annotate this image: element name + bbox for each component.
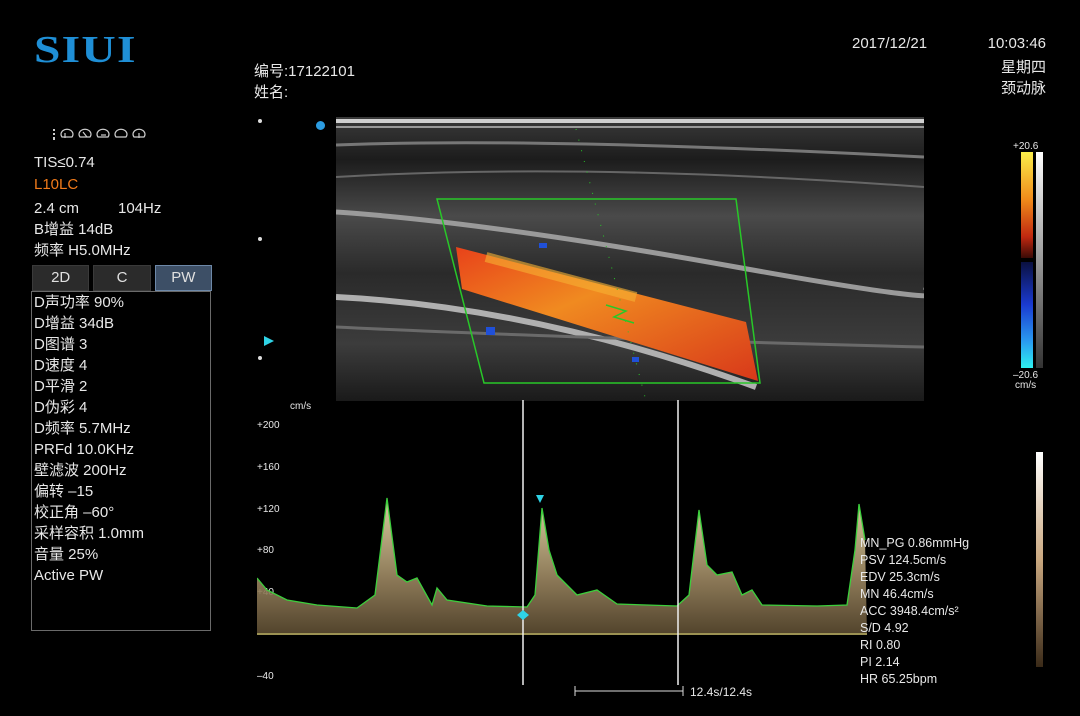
meas-edv: EDV 25.3cm/s: [860, 570, 940, 584]
signal-bars-icon: [53, 129, 55, 140]
param-active-pw[interactable]: Active PW: [34, 565, 144, 586]
probe-icon: [78, 128, 92, 138]
param-speed[interactable]: D速度 4: [34, 355, 144, 376]
depth-marker: [258, 237, 262, 241]
tab-c[interactable]: C: [93, 265, 151, 291]
patient-id: 编号:17122101: [254, 63, 355, 80]
probe-icon: [114, 128, 128, 138]
exam-type: 颈动脉: [1000, 80, 1046, 97]
time-scale-label: 12.4s/12.4s: [690, 685, 753, 699]
focus-marker-icon[interactable]: [263, 335, 275, 347]
probe-name: L10LC: [34, 176, 79, 193]
patient-name-label: 姓名:: [254, 84, 289, 101]
color-scale-unit: cm/s: [1015, 380, 1037, 391]
depth-value: 2.4 cm: [34, 200, 80, 217]
meas-hr: HR 65.25bpm: [860, 672, 938, 686]
color-scale-top: +20.6: [1013, 141, 1039, 152]
param-volume[interactable]: 音量 25%: [34, 544, 144, 565]
frequency: 频率 H5.0MHz: [34, 242, 131, 259]
tab-2d[interactable]: 2D: [32, 265, 90, 291]
time-scale-bar: [574, 686, 684, 696]
focus-orientation-dot: [316, 121, 325, 130]
param-smooth[interactable]: D平滑 2: [34, 376, 144, 397]
spectrum-gray-map: [1036, 452, 1043, 667]
meas-acc: ACC 3948.4cm/s²: [860, 604, 959, 618]
param-prf[interactable]: PRFd 10.0KHz: [34, 439, 144, 460]
tab-pw[interactable]: PW: [154, 265, 212, 291]
meas-sd: S/D 4.92: [860, 621, 909, 635]
b-gain: B增益 14dB: [34, 221, 114, 238]
doppler-spectrum[interactable]: [257, 400, 867, 690]
depth-marker: [258, 119, 262, 123]
tis-value: TIS≤0.74: [34, 154, 95, 171]
param-sample-volume[interactable]: 采样容积 1.0mm: [34, 523, 144, 544]
param-steer[interactable]: 偏转 –15: [34, 481, 144, 502]
param-power[interactable]: D声功率 90%: [34, 292, 144, 313]
meas-psv: PSV 124.5cm/s: [860, 553, 947, 567]
probe-icon: [96, 128, 110, 138]
param-colorize[interactable]: D伪彩 4: [34, 397, 144, 418]
meas-pi: PI 2.14: [860, 655, 900, 669]
exam-time: 10:03:46: [987, 35, 1046, 52]
status-icons: [53, 128, 146, 140]
weekday: 星期四: [1000, 59, 1046, 76]
gray-scale-bar: [1036, 152, 1043, 368]
color-doppler-image[interactable]: [336, 117, 924, 401]
probe-icon: [132, 128, 146, 138]
param-frequency[interactable]: D频率 5.7MHz: [34, 418, 144, 439]
probe-icon: [60, 128, 74, 138]
color-scale-negative: [1021, 262, 1033, 368]
meas-mn-pg: MN_PG 0.86mmHg: [860, 536, 970, 550]
mode-tabs: 2D C PW: [32, 265, 212, 291]
param-map[interactable]: D图谱 3: [34, 334, 144, 355]
exam-date: 2017/12/21: [852, 35, 928, 52]
pw-params-list: D声功率 90% D增益 34dB D图谱 3 D速度 4 D平滑 2 D伪彩 …: [34, 292, 144, 586]
meas-mn: MN 46.4cm/s: [860, 587, 934, 601]
siui-logo: SIUI: [34, 29, 137, 71]
color-scale-positive: [1021, 152, 1033, 258]
param-gain[interactable]: D增益 34dB: [34, 313, 144, 334]
param-angle-correct[interactable]: 校正角 –60°: [34, 502, 144, 523]
param-wall-filter[interactable]: 壁滤波 200Hz: [34, 460, 144, 481]
measurement-results: MN_PG 0.86mmHg PSV 124.5cm/s EDV 25.3cm/…: [860, 535, 969, 688]
frame-rate: 104Hz: [118, 200, 162, 217]
meas-ri: RI 0.80: [860, 638, 901, 652]
depth-marker: [258, 356, 262, 360]
